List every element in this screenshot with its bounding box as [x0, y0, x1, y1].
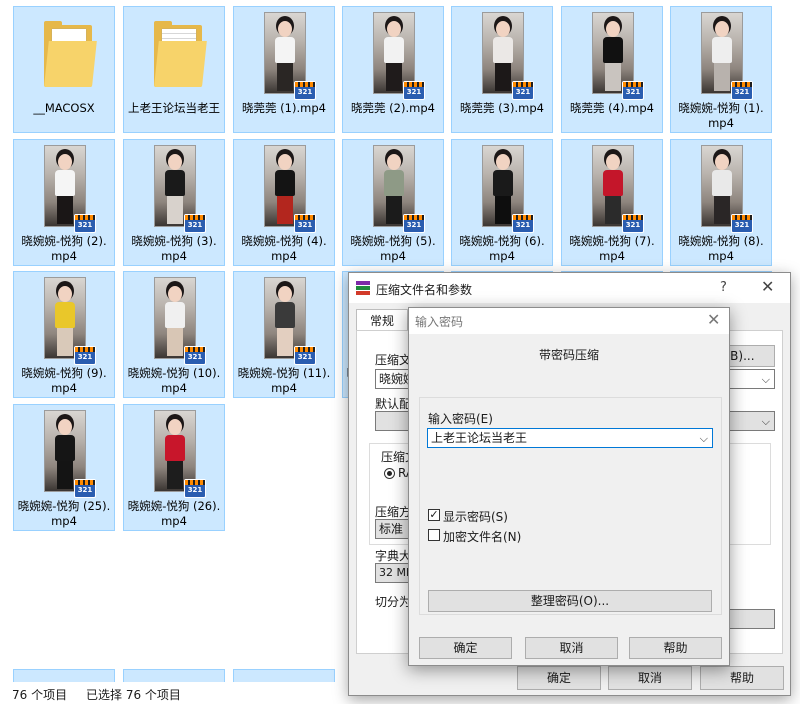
media-player-badge-icon: 321	[731, 81, 753, 100]
ok-button[interactable]: 确定	[517, 666, 601, 690]
video-file-item[interactable]: 321 晓婉婉-悦狗 (3).mp4	[123, 139, 225, 266]
file-name: 晓莞莞 (1).mp4	[242, 101, 326, 115]
file-name: __MACOSX	[33, 101, 95, 115]
media-player-badge-icon: 321	[184, 479, 206, 498]
media-player-badge-icon: 321	[74, 346, 96, 365]
help-button[interactable]: 帮助	[700, 666, 784, 690]
password-input[interactable]: 上老王论坛当老王 ⌵	[427, 428, 713, 448]
organize-passwords-button[interactable]: 整理密码(O)...	[428, 590, 712, 612]
file-name: 上老王论坛当老王	[128, 101, 220, 115]
media-player-badge-icon: 321	[184, 346, 206, 365]
video-file-item[interactable]: 321 晓莞莞 (2).mp4	[342, 6, 444, 133]
winrar-icon	[356, 281, 370, 295]
media-player-badge-icon: 321	[74, 479, 96, 498]
item-count: 76 个项目	[12, 688, 68, 702]
help-icon[interactable]: ?	[720, 280, 727, 295]
video-file-item[interactable]: 321 晓婉婉-悦狗 (5).mp4	[342, 139, 444, 266]
video-file-item[interactable]: 321 晓莞莞 (4).mp4	[561, 6, 663, 133]
media-player-badge-icon: 321	[184, 214, 206, 233]
dialog-titlebar[interactable]: 压缩文件名和参数 ? ✕	[349, 273, 790, 303]
cancel-button[interactable]: 取消	[608, 666, 692, 690]
chevron-down-icon: ⌵	[761, 373, 770, 386]
dialog-title: 输入密码	[415, 315, 464, 329]
file-name: 晓莞莞 (2).mp4	[351, 101, 435, 115]
media-player-badge-icon: 321	[74, 214, 96, 233]
media-player-badge-icon: 321	[512, 214, 534, 233]
video-file-item[interactable]	[13, 669, 115, 682]
video-file-item[interactable]: 321 晓婉婉-悦狗 (6).mp4	[451, 139, 553, 266]
file-name: 晓婉婉-悦狗 (1).mp4	[678, 101, 764, 130]
video-file-item[interactable]: 321 晓莞莞 (3).mp4	[451, 6, 553, 133]
media-player-badge-icon: 321	[294, 81, 316, 100]
tab-general[interactable]: 常规	[356, 309, 408, 332]
chevron-down-icon: ⌵	[761, 415, 770, 428]
ok-button[interactable]: 确定	[419, 637, 512, 659]
format-rar-radio[interactable]	[384, 468, 395, 479]
video-file-item[interactable]: 321 晓婉婉-悦狗 (10).mp4	[123, 271, 225, 398]
video-file-item[interactable]: 321 晓莞莞 (1).mp4	[233, 6, 335, 133]
media-player-badge-icon: 321	[403, 214, 425, 233]
file-name: 晓莞莞 (3).mp4	[460, 101, 544, 115]
file-name: 晓婉婉-悦狗 (8).mp4	[678, 234, 764, 263]
video-file-item[interactable]: 321 晓婉婉-悦狗 (25).mp4	[13, 404, 115, 531]
help-button[interactable]: 帮助	[629, 637, 722, 659]
file-name: 晓婉婉-悦狗 (3).mp4	[131, 234, 217, 263]
close-icon[interactable]: ✕	[761, 277, 774, 296]
video-file-item[interactable]: 321 晓婉婉-悦狗 (1).mp4	[670, 6, 772, 133]
media-player-badge-icon: 321	[622, 81, 644, 100]
password-value: 上老王论坛当老王	[431, 431, 528, 445]
file-name: 晓婉婉-悦狗 (6).mp4	[459, 234, 545, 263]
dialog-titlebar[interactable]: 输入密码 ✕	[409, 308, 729, 334]
file-name: 晓婉婉-悦狗 (4).mp4	[241, 234, 327, 263]
video-file-item[interactable]: 321 晓婉婉-悦狗 (4).mp4	[233, 139, 335, 266]
video-file-item[interactable]: 321 晓婉婉-悦狗 (11).mp4	[233, 271, 335, 398]
file-name: 晓婉婉-悦狗 (9).mp4	[21, 366, 107, 395]
show-password-checkbox[interactable]: ✓	[428, 509, 440, 521]
video-file-item[interactable]: 321 晓婉婉-悦狗 (9).mp4	[13, 271, 115, 398]
file-name: 晓婉婉-悦狗 (7).mp4	[569, 234, 655, 263]
show-password-label: 显示密码(S)	[443, 510, 508, 524]
enter-password-label: 输入密码(E)	[428, 412, 493, 426]
encrypt-names-checkbox[interactable]	[428, 529, 440, 541]
folder-item[interactable]: __MACOSX	[13, 6, 115, 133]
chevron-down-icon: ⌵	[699, 432, 708, 445]
media-player-badge-icon: 321	[512, 81, 534, 100]
password-group: 输入密码(E) 上老王论坛当老王 ⌵ ✓ 显示密码(S) 加密文件名(N) 整理…	[419, 397, 722, 615]
file-name: 晓婉婉-悦狗 (26).mp4	[127, 499, 221, 528]
media-player-badge-icon: 321	[731, 214, 753, 233]
password-dialog: 输入密码 ✕ 带密码压缩 输入密码(E) 上老王论坛当老王 ⌵ ✓ 显示密码(S…	[408, 307, 730, 666]
video-file-item[interactable]	[233, 669, 335, 682]
media-player-badge-icon: 321	[622, 214, 644, 233]
file-name: 晓婉婉-悦狗 (5).mp4	[350, 234, 436, 263]
file-name: 晓婉婉-悦狗 (10).mp4	[127, 366, 221, 395]
cancel-button[interactable]: 取消	[525, 637, 618, 659]
dialog-title: 压缩文件名和参数	[376, 283, 473, 297]
file-name: 晓婉婉-悦狗 (2).mp4	[21, 234, 107, 263]
file-name: 晓婉婉-悦狗 (11).mp4	[237, 366, 331, 395]
folder-icon	[44, 21, 97, 87]
close-icon[interactable]: ✕	[707, 310, 720, 329]
media-player-badge-icon: 321	[403, 81, 425, 100]
video-file-item[interactable]: 321 晓婉婉-悦狗 (26).mp4	[123, 404, 225, 531]
video-file-item[interactable]: 321 晓婉婉-悦狗 (7).mp4	[561, 139, 663, 266]
video-file-item[interactable]: 321 晓婉婉-悦狗 (2).mp4	[13, 139, 115, 266]
folder-item[interactable]: 上老王论坛当老王	[123, 6, 225, 133]
file-name: 晓婉婉-悦狗 (25).mp4	[17, 499, 111, 528]
file-name: 晓莞莞 (4).mp4	[570, 101, 654, 115]
video-file-item[interactable]	[123, 669, 225, 682]
selected-count: 已选择 76 个项目	[86, 688, 181, 702]
media-player-badge-icon: 321	[294, 214, 316, 233]
video-file-item[interactable]: 321 晓婉婉-悦狗 (8).mp4	[670, 139, 772, 266]
folder-icon	[154, 21, 207, 87]
checkmark-icon: ✓	[429, 508, 439, 521]
encrypt-names-label: 加密文件名(N)	[443, 530, 522, 544]
media-player-badge-icon: 321	[294, 346, 316, 365]
dialog-heading: 带密码压缩	[538, 348, 599, 362]
